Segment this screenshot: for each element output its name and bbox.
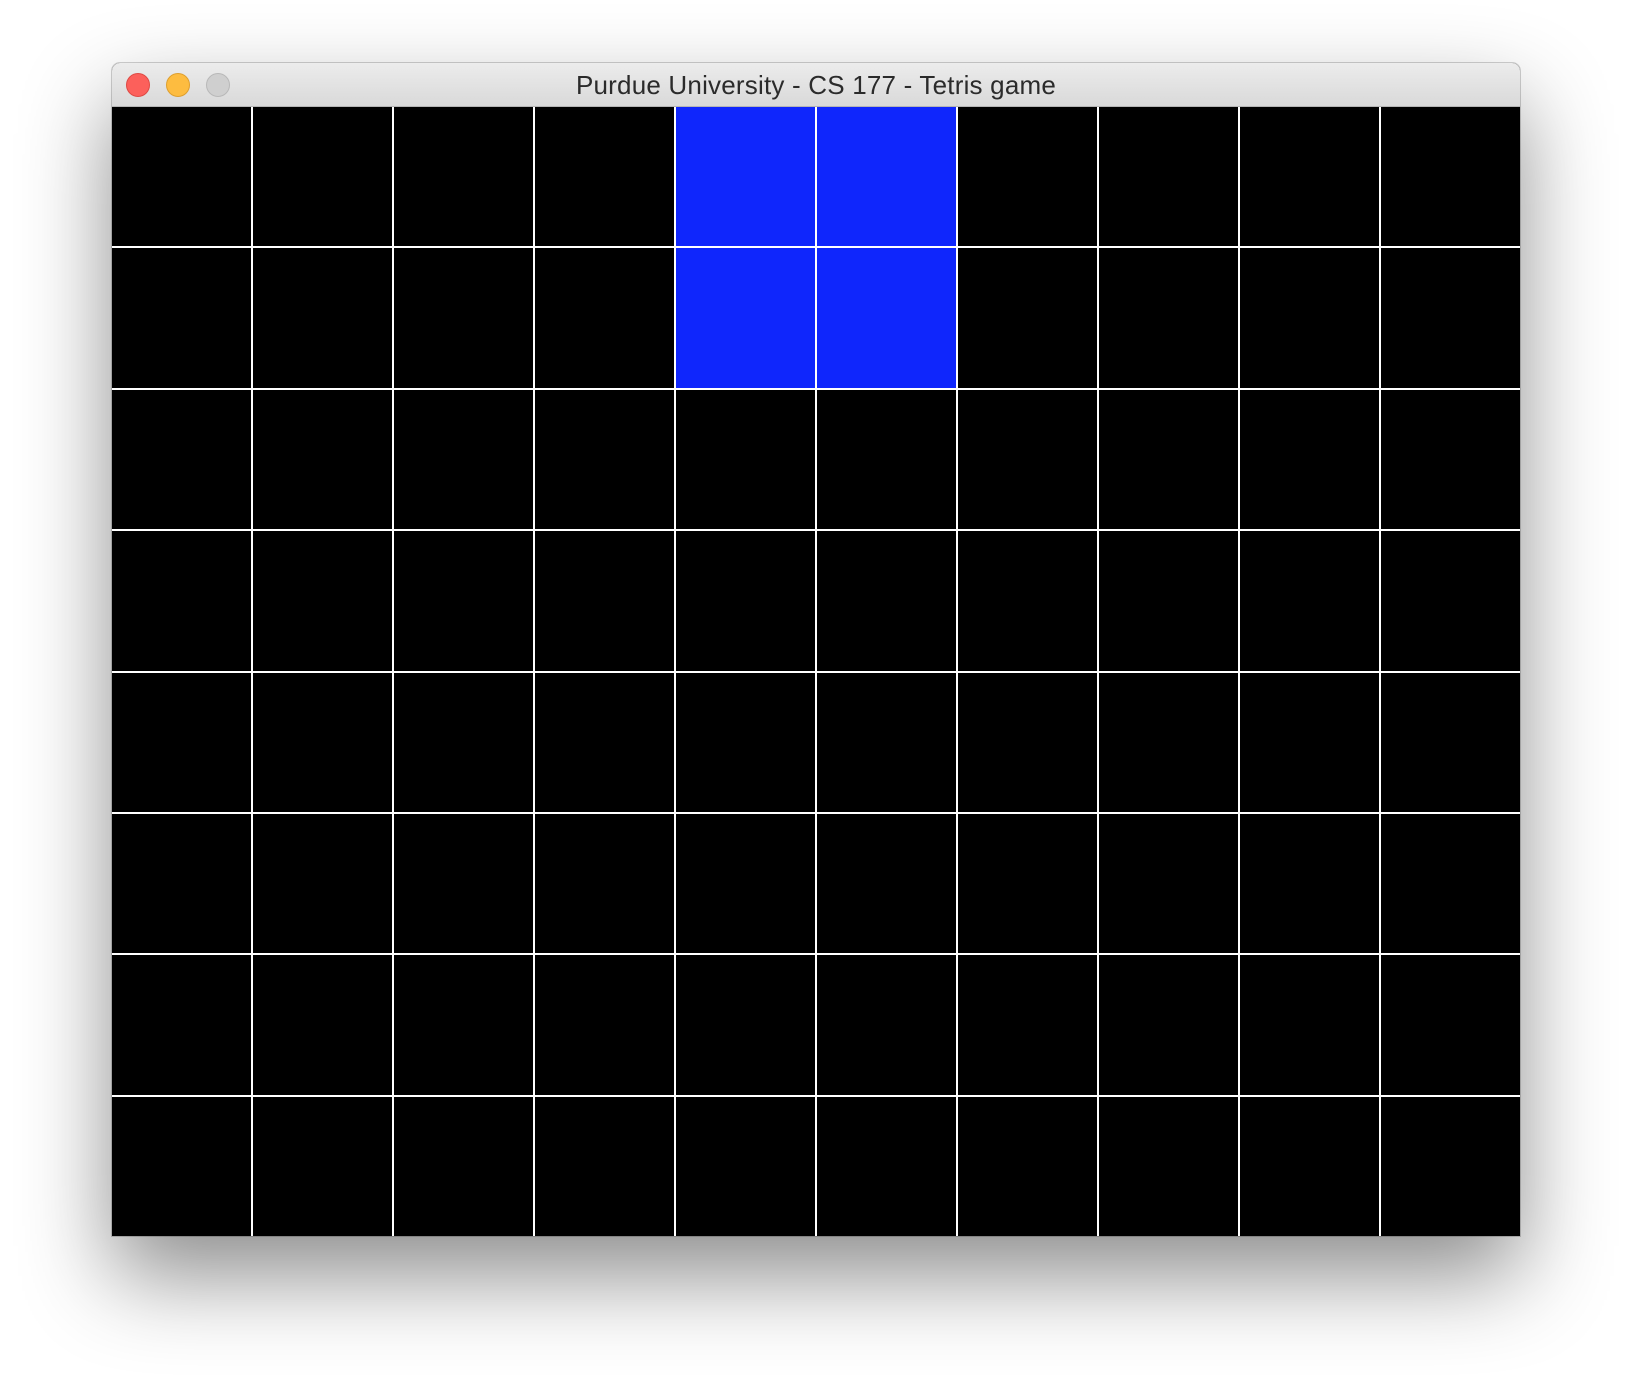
- board-cell: [1381, 531, 1520, 671]
- board-cell: [1240, 389, 1379, 530]
- board-cell: [535, 531, 674, 671]
- board-cell: [253, 813, 392, 954]
- board-cell: [535, 389, 674, 530]
- board-cell: [817, 672, 956, 812]
- board-cell: [112, 389, 251, 530]
- board-cell: [1099, 248, 1238, 388]
- board-cell: [958, 672, 1097, 812]
- board-cell: [535, 107, 674, 247]
- board-cell: [1381, 248, 1520, 388]
- board-cell: [253, 248, 392, 388]
- board-cell: [1240, 813, 1379, 954]
- board-cell: [1099, 955, 1238, 1095]
- board-cell: [676, 1096, 815, 1236]
- board-cell: [1099, 813, 1238, 954]
- board-cell: [112, 813, 251, 954]
- board-cell: [1240, 107, 1379, 247]
- board-cell: [394, 955, 533, 1095]
- board-cell: [535, 955, 674, 1095]
- piece-block: [817, 248, 956, 388]
- board-cell: [394, 813, 533, 954]
- board-cell: [253, 1096, 392, 1236]
- board-cell: [958, 955, 1097, 1095]
- board-cell: [1099, 107, 1238, 247]
- title-bar[interactable]: Purdue University - CS 177 - Tetris game: [112, 63, 1520, 107]
- board-cell: [535, 1096, 674, 1236]
- board-cell: [112, 1096, 251, 1236]
- board-cell: [676, 531, 815, 671]
- board-cell: [958, 1096, 1097, 1236]
- board-cell: [958, 531, 1097, 671]
- board-cell: [394, 389, 533, 530]
- board-cell: [1240, 248, 1379, 388]
- board-cell: [1381, 813, 1520, 954]
- board-cell: [958, 107, 1097, 247]
- board-cell: [1381, 389, 1520, 530]
- board-cell: [1099, 531, 1238, 671]
- board-cell: [817, 813, 956, 954]
- board-cell: [676, 955, 815, 1095]
- board-cell: [1381, 672, 1520, 812]
- board-cell: [1240, 531, 1379, 671]
- board-cell: [253, 389, 392, 530]
- piece-block: [676, 248, 815, 388]
- board-cell: [535, 248, 674, 388]
- board-cell: [676, 813, 815, 954]
- piece-block: [676, 107, 815, 247]
- board-cell: [394, 672, 533, 812]
- window-title: Purdue University - CS 177 - Tetris game: [575, 70, 1057, 100]
- tetris-board[interactable]: [112, 107, 1520, 1236]
- board-cell: [112, 531, 251, 671]
- board-cell: [394, 531, 533, 671]
- board-cell: [253, 955, 392, 1095]
- piece-block: [817, 107, 956, 247]
- game-window: Purdue University - CS 177 - Tetris game: [112, 63, 1520, 1236]
- board-cell: [676, 672, 815, 812]
- board-cell: [112, 672, 251, 812]
- board-cell: [112, 107, 251, 247]
- board-cell: [112, 248, 251, 388]
- board-cell: [394, 1096, 533, 1236]
- board-cell: [253, 531, 392, 671]
- board-cell: [112, 955, 251, 1095]
- board-cell: [817, 389, 956, 530]
- board-cell: [535, 672, 674, 812]
- board-cell: [958, 389, 1097, 530]
- board-cell: [817, 531, 956, 671]
- board-cell: [1240, 1096, 1379, 1236]
- board-cell: [535, 813, 674, 954]
- board-cell: [253, 672, 392, 812]
- board-cell: [1099, 1096, 1238, 1236]
- board-cell: [1240, 672, 1379, 812]
- board-cell: [394, 107, 533, 247]
- board-cell: [1099, 389, 1238, 530]
- board-cell: [1381, 107, 1520, 247]
- board-cell: [817, 1096, 956, 1236]
- board-cell: [394, 248, 533, 388]
- board-cell: [958, 248, 1097, 388]
- board-cell: [817, 955, 956, 1095]
- board-cell: [1381, 1096, 1520, 1236]
- board-cell: [1381, 955, 1520, 1095]
- board-cell: [1099, 672, 1238, 812]
- board-cell: [253, 107, 392, 247]
- board-cell: [676, 389, 815, 530]
- board-cell: [1240, 955, 1379, 1095]
- board-cell: [958, 813, 1097, 954]
